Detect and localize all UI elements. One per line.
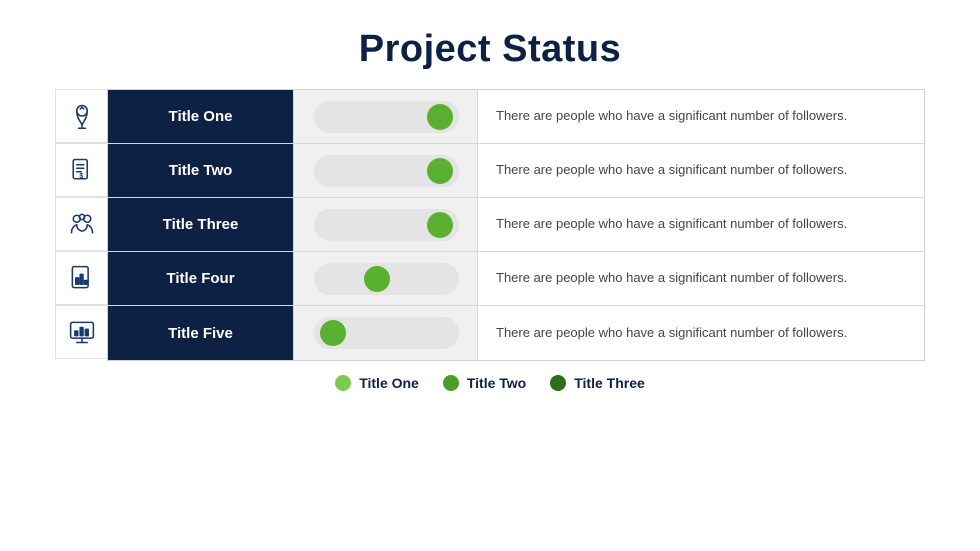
legend-item-3: Title Three	[550, 375, 645, 391]
legend-label-2: Title Two	[467, 375, 526, 391]
legend-dot-icon-2	[443, 375, 459, 391]
table-row: Title Four There are people who have a s…	[108, 252, 924, 306]
row-2-title: Title Two	[108, 144, 293, 197]
toggle-track-3[interactable]	[314, 209, 459, 241]
row-1-title: Title One	[108, 90, 293, 143]
legend-dot-icon-1	[335, 375, 351, 391]
icon-row-1	[55, 89, 107, 143]
legend-dot-icon-3	[550, 375, 566, 391]
icon-row-5	[55, 305, 107, 359]
row-5-toggle	[293, 306, 478, 360]
toggle-dot-3	[427, 212, 453, 238]
toggle-track-2[interactable]	[314, 155, 459, 187]
table-row: Title One There are people who have a si…	[108, 90, 924, 144]
icon-column: $	[55, 89, 107, 361]
table-row: Title Three There are people who have a …	[108, 198, 924, 252]
row-4-desc: There are people who have a significant …	[478, 252, 924, 305]
row-5-desc: There are people who have a significant …	[478, 306, 924, 360]
toggle-dot-2	[427, 158, 453, 184]
table: Title One There are people who have a si…	[107, 89, 925, 361]
toggle-dot-1	[427, 104, 453, 130]
legend-item-2: Title Two	[443, 375, 526, 391]
row-3-toggle	[293, 198, 478, 251]
icon-row-2: $	[55, 143, 107, 197]
row-4-title: Title Four	[108, 252, 293, 305]
svg-text:$: $	[79, 173, 83, 180]
toggle-track-1[interactable]	[314, 101, 459, 133]
row-1-desc: There are people who have a significant …	[478, 90, 924, 143]
row-2-toggle	[293, 144, 478, 197]
toggle-track-5[interactable]	[314, 317, 459, 349]
row-1-toggle	[293, 90, 478, 143]
row-5-title: Title Five	[108, 306, 293, 360]
toggle-dot-4	[364, 266, 390, 292]
row-4-toggle	[293, 252, 478, 305]
row-3-title: Title Three	[108, 198, 293, 251]
toggle-track-4[interactable]	[314, 263, 459, 295]
legend-label-3: Title Three	[574, 375, 645, 391]
table-row: Title Five There are people who have a s…	[108, 306, 924, 360]
icon-row-4	[55, 251, 107, 305]
main-content: $	[55, 89, 925, 361]
page-title: Project Status	[359, 28, 622, 71]
icon-row-3	[55, 197, 107, 251]
toggle-dot-5	[320, 320, 346, 346]
table-row: Title Two There are people who have a si…	[108, 144, 924, 198]
row-3-desc: There are people who have a significant …	[478, 198, 924, 251]
legend: Title One Title Two Title Three	[335, 375, 645, 391]
row-2-desc: There are people who have a significant …	[478, 144, 924, 197]
legend-item-1: Title One	[335, 375, 419, 391]
legend-label-1: Title One	[359, 375, 419, 391]
